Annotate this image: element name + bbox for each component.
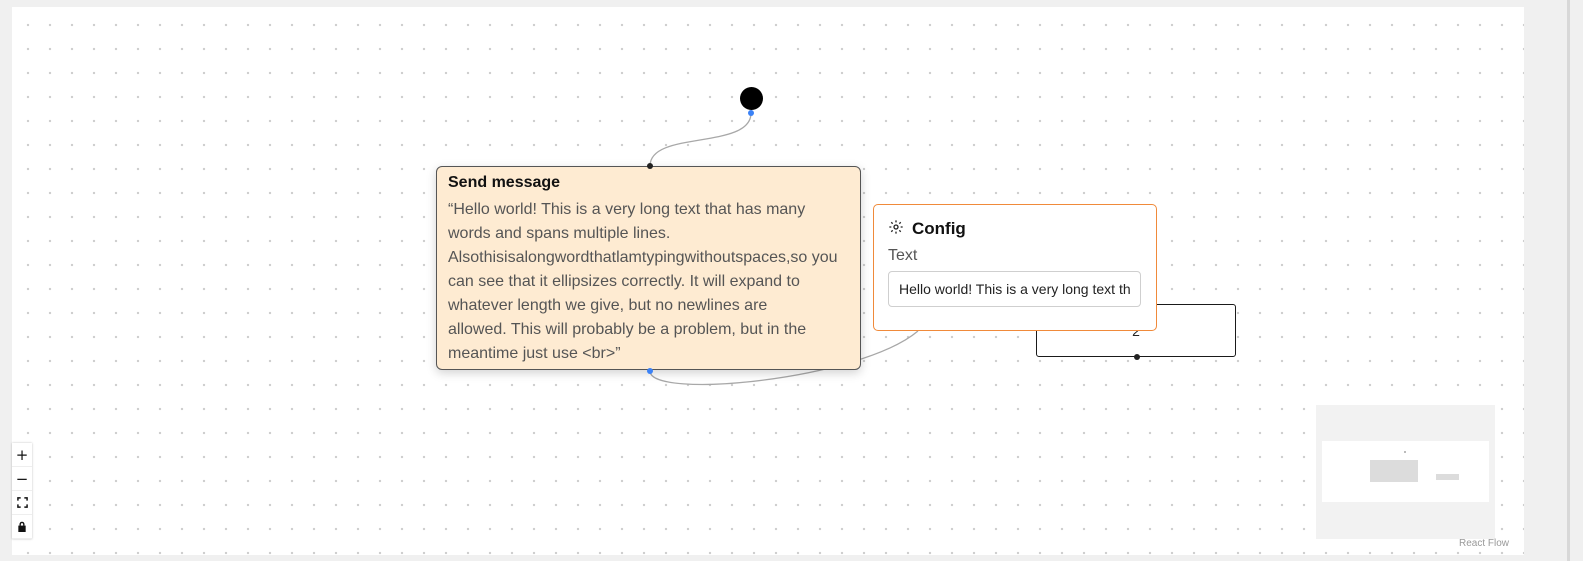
react-flow-attribution[interactable]: React Flow <box>1459 538 1509 549</box>
message-line: can see that it ellipsizes correctly. It… <box>448 273 800 290</box>
node-2-source-handle[interactable] <box>1134 354 1140 360</box>
fit-view-button[interactable] <box>12 491 32 515</box>
message-line: whatever length we give, but no newlines… <box>448 297 768 314</box>
message-line: meantime just use <br>” <box>448 345 621 362</box>
text-field-label: Text <box>888 247 918 264</box>
message-source-handle[interactable] <box>647 368 653 374</box>
zoom-in-button[interactable]: + <box>12 443 32 467</box>
lock-icon <box>18 521 26 532</box>
scrollbar[interactable] <box>1567 0 1570 561</box>
start-node-source-handle[interactable] <box>748 110 754 116</box>
message-target-handle[interactable] <box>647 163 653 169</box>
lock-button[interactable] <box>12 515 32 539</box>
start-node[interactable] <box>740 87 763 110</box>
minimap[interactable] <box>1316 405 1495 539</box>
message-line: Alsothisisalongwordthatlamtypingwithouts… <box>448 249 838 266</box>
minimap-start-node <box>1404 451 1406 453</box>
zoom-out-button[interactable]: − <box>12 467 32 491</box>
config-panel: Config Text <box>873 204 1157 331</box>
minimap-message-node <box>1370 460 1418 482</box>
message-line: words and spans multiple lines. <box>448 225 671 242</box>
text-input[interactable] <box>888 271 1141 307</box>
message-line: “Hello world! This is a very long text t… <box>448 201 806 218</box>
flow-controls: + − <box>12 443 32 539</box>
config-header: Config <box>888 219 1142 239</box>
send-message-title: Send message <box>448 174 561 191</box>
send-message-node[interactable]: Send message “Hello world! This is a ver… <box>436 166 861 370</box>
gear-icon <box>888 219 904 239</box>
send-message-text: “Hello world! This is a very long text t… <box>448 198 849 366</box>
config-title: Config <box>912 219 966 238</box>
fit-view-icon <box>16 497 28 508</box>
message-line: allowed. This will probably be a problem… <box>448 321 807 338</box>
minimap-node-2 <box>1436 474 1459 480</box>
